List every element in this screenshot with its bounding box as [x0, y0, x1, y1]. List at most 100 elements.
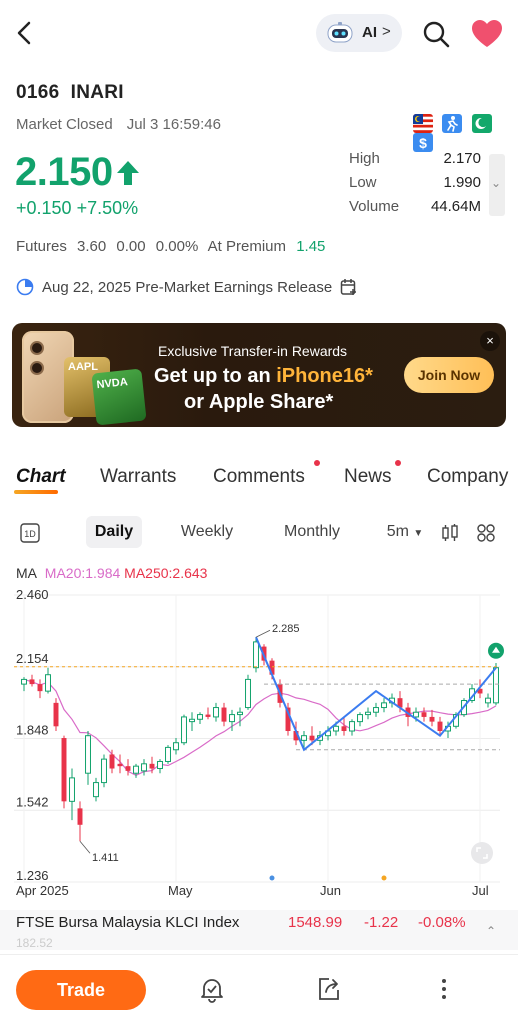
high-annotation-label: 2.285 — [272, 623, 300, 635]
candle-body — [69, 777, 75, 802]
candle-body — [437, 721, 443, 731]
share-icon[interactable] — [315, 975, 343, 1003]
low-value: 1.990 — [443, 174, 481, 191]
caret-down-icon: ▼ — [413, 528, 424, 539]
ai-chevron: > — [382, 23, 391, 40]
candle-body — [205, 714, 211, 717]
stock-name: INARI — [70, 82, 124, 103]
market-flags: $ — [408, 114, 518, 152]
chevron-up-icon[interactable]: ⌃ — [486, 924, 496, 938]
candle-body — [37, 684, 43, 692]
candle-body — [245, 678, 251, 709]
high-value: 2.170 — [443, 150, 481, 167]
tab-comments[interactable]: Comments — [213, 466, 305, 488]
futures-label: Futures — [16, 238, 67, 255]
futures-row[interactable]: Futures 3.60 0.00 0.00% At Premium 1.45 — [16, 238, 331, 255]
candle-body — [117, 763, 123, 767]
candle-body — [365, 711, 371, 716]
x-tick-label: May — [168, 883, 193, 898]
banner-line2-em: iPhone16* — [276, 365, 373, 387]
ai-label: AI — [362, 24, 377, 41]
futures-change: 0.00 — [116, 238, 146, 255]
change-percent: +7.50% — [76, 198, 139, 218]
ma-legend: MA MA20:1.984 MA250:2.643 — [16, 565, 207, 581]
trade-button[interactable]: Trade — [16, 970, 146, 1010]
more-options-icon[interactable] — [430, 975, 458, 1003]
candle-body — [381, 702, 387, 709]
price-alert-bell-icon[interactable] — [198, 975, 226, 1003]
high-annotation-leader — [255, 629, 271, 638]
top-bar: AI > — [0, 0, 518, 70]
index-ticker-bar[interactable]: FTSE Bursa Malaysia KLCI Index 1548.99 -… — [0, 910, 518, 950]
fullscreen-icon — [471, 842, 493, 864]
short-sell-icon — [442, 114, 463, 133]
candle-body — [493, 667, 499, 704]
candle-body — [197, 714, 203, 720]
index-change: -1.22 — [364, 914, 399, 931]
stock-code: 0166 — [16, 82, 60, 103]
candle-body — [29, 679, 35, 685]
calendar-add-icon[interactable] — [340, 278, 358, 296]
ma20-value: MA20:1.984 — [44, 565, 121, 581]
candle-body — [421, 712, 427, 717]
section-tabs: Chart Warrants Comments News Company — [0, 460, 518, 500]
candlestick-settings-icon[interactable] — [440, 523, 460, 543]
period-weekly[interactable]: Weekly — [172, 516, 242, 548]
tab-warrants[interactable]: Warrants — [100, 466, 176, 488]
shariah-moon-icon — [471, 114, 492, 133]
search-icon[interactable] — [422, 20, 450, 48]
index-ghost-value: 182.52 — [16, 936, 53, 950]
period-monthly[interactable]: Monthly — [276, 516, 348, 548]
candle-body — [485, 697, 491, 704]
close-banner-icon[interactable]: × — [480, 331, 500, 351]
earnings-row[interactable]: Aug 22, 2025 Pre-Market Earnings Release — [16, 278, 358, 296]
candle-body — [357, 714, 363, 723]
candle-body — [85, 735, 91, 774]
one-day-icon-text: 1D — [24, 529, 36, 539]
market-status-row: Market Closed Jul 3 16:59:46 — [16, 116, 221, 133]
period-minute-dropdown[interactable]: 5m ▼ — [382, 516, 428, 548]
promo-banner[interactable]: AAPL NVDA Exclusive Transfer-in Rewards … — [12, 323, 506, 427]
candle-body — [373, 707, 379, 713]
expand-quote-button[interactable]: ⌄ — [489, 154, 505, 216]
low-annotation-label: 1.411 — [92, 852, 119, 864]
candle-body — [125, 766, 131, 771]
candle-body — [45, 674, 51, 692]
candle-body — [301, 735, 307, 741]
x-tick-label: Apr 2025 — [16, 883, 69, 898]
join-now-button[interactable]: Join Now — [404, 357, 494, 393]
event-dot — [381, 875, 387, 881]
candle-body — [237, 711, 243, 716]
comments-notification-dot — [314, 460, 320, 466]
news-notification-dot — [395, 460, 401, 466]
candle-body — [53, 702, 59, 727]
tab-chart[interactable]: Chart — [14, 466, 66, 494]
tab-news[interactable]: News — [344, 466, 392, 488]
candle-body — [413, 711, 419, 718]
grid-layout-icon[interactable] — [476, 523, 496, 543]
candle-body — [77, 808, 83, 825]
candle-body — [221, 707, 227, 722]
candle-body — [341, 726, 347, 731]
tab-company[interactable]: Company — [427, 466, 508, 488]
candle-body — [109, 754, 115, 769]
heart-favorite-icon[interactable] — [470, 18, 504, 50]
period-daily[interactable]: Daily — [86, 516, 142, 548]
robot-icon — [327, 22, 353, 43]
candle-body — [349, 721, 355, 732]
candle-body — [181, 716, 187, 744]
ma250-value: MA250:2.643 — [124, 565, 208, 581]
candlestick-chart[interactable]: 2.460 2.154 1.848 1.542 1.236Apr 2025 May Jun J… — [0, 585, 518, 900]
one-day-icon[interactable]: 1D — [20, 523, 40, 543]
x-tick-label: Jul — [472, 883, 489, 898]
back-arrow-icon[interactable] — [10, 18, 40, 48]
chevron-down-icon: ⌄ — [491, 176, 502, 190]
candle-body — [173, 742, 179, 751]
premium-label: At Premium — [207, 238, 287, 255]
candle-body — [157, 760, 163, 770]
ai-assistant-button[interactable]: AI > — [316, 14, 402, 52]
y-tick-label: 1.236 — [16, 868, 49, 883]
volume-label: Volume — [349, 198, 400, 215]
high-label: High — [349, 150, 380, 167]
candle-body — [101, 758, 107, 784]
